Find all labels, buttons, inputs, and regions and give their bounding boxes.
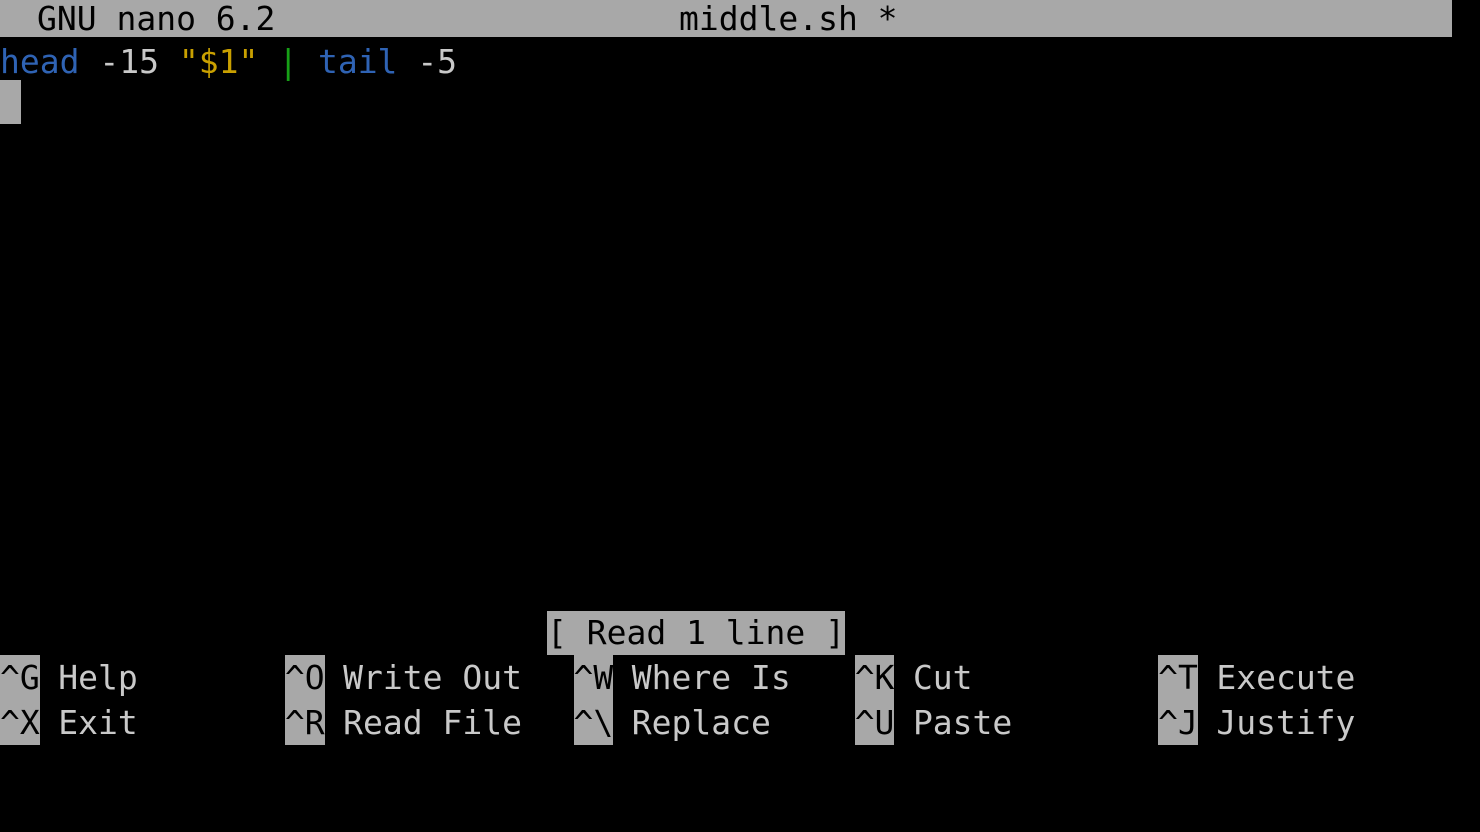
editor-buffer[interactable]: head -15 "$1" | tail -5 <box>0 40 1480 610</box>
shortcut-key: ^K <box>854 655 895 700</box>
code-token-space-1 <box>79 42 99 81</box>
title-bar: GNU nano 6.2 middle.sh * <box>0 0 1452 38</box>
shortcut-label: Read File <box>343 703 522 742</box>
shortcut-row-first: ^G Help ^O Write Out ^W Where Is ^K Cut ^T Execut… <box>0 655 1480 700</box>
shortcut-label: Help <box>58 658 138 697</box>
shortcut-label: Paste <box>912 703 1013 742</box>
code-token-space-7 <box>298 42 318 81</box>
shortcut-replace[interactable]: ^\ Replace <box>573 700 771 745</box>
status-message: [ Read 1 line ] <box>547 611 846 655</box>
text-cursor <box>0 80 21 124</box>
shortcut-key: ^J <box>1158 700 1198 745</box>
shortcut-label: Execute <box>1216 658 1356 697</box>
shortcut-key: ^R <box>284 700 325 745</box>
shortcut-key: ^W <box>573 655 614 700</box>
shortcut-execute[interactable]: ^T Execute <box>1158 655 1355 700</box>
nano-editor-screen: GNU nano 6.2 middle.sh * head -15 "$1" |… <box>0 0 1480 745</box>
code-line-1[interactable]: head -15 "$1" | tail -5 <box>0 40 457 84</box>
shortcut-where-is[interactable]: ^W Where Is <box>573 655 791 700</box>
shortcut-label: Exit <box>58 703 138 742</box>
shortcut-paste[interactable]: ^U Paste <box>854 700 1013 745</box>
shortcut-key: ^T <box>1158 655 1198 700</box>
shortcut-justify[interactable]: ^J Justify <box>1158 700 1355 745</box>
code-token-space-9 <box>397 42 417 81</box>
code-token-option-2: -15 <box>99 42 159 81</box>
app-version-label: GNU nano 6.2 <box>37 0 276 38</box>
shortcut-label: Justify <box>1216 703 1356 742</box>
shortcut-key: ^\ <box>573 700 614 745</box>
shortcut-row-second: ^X Exit ^R Read File ^\ Replace ^U Paste ^J Justi… <box>0 700 1480 745</box>
code-token-command-8: tail <box>317 42 398 81</box>
code-token-string-4: "$1" <box>178 42 259 81</box>
shortcut-read-file[interactable]: ^R Read File <box>284 700 522 745</box>
shortcut-label: Write Out <box>343 658 522 697</box>
shortcut-label: Cut <box>912 658 973 697</box>
code-token-space-3 <box>159 42 179 81</box>
shortcut-label: Replace <box>631 703 771 742</box>
shortcut-label: Where Is <box>631 658 791 697</box>
shortcut-exit[interactable]: ^X Exit <box>0 700 138 745</box>
code-token-space-5 <box>258 42 278 81</box>
code-token-command-0: head <box>0 42 80 81</box>
shortcut-bar: ^G Help ^O Write Out ^W Where Is ^K Cut ^T Execut… <box>0 655 1480 745</box>
shortcut-key: ^X <box>0 700 40 745</box>
shortcut-help[interactable]: ^G Help <box>0 655 138 700</box>
shortcut-key: ^O <box>284 655 325 700</box>
shortcut-cut[interactable]: ^K Cut <box>854 655 973 700</box>
shortcut-key: ^U <box>854 700 895 745</box>
shortcut-write-out[interactable]: ^O Write Out <box>284 655 522 700</box>
file-name-label: middle.sh * <box>679 0 898 38</box>
shortcut-key: ^G <box>0 655 40 700</box>
code-token-pipe-6: | <box>278 42 299 81</box>
code-token-option-10: -5 <box>417 42 458 81</box>
